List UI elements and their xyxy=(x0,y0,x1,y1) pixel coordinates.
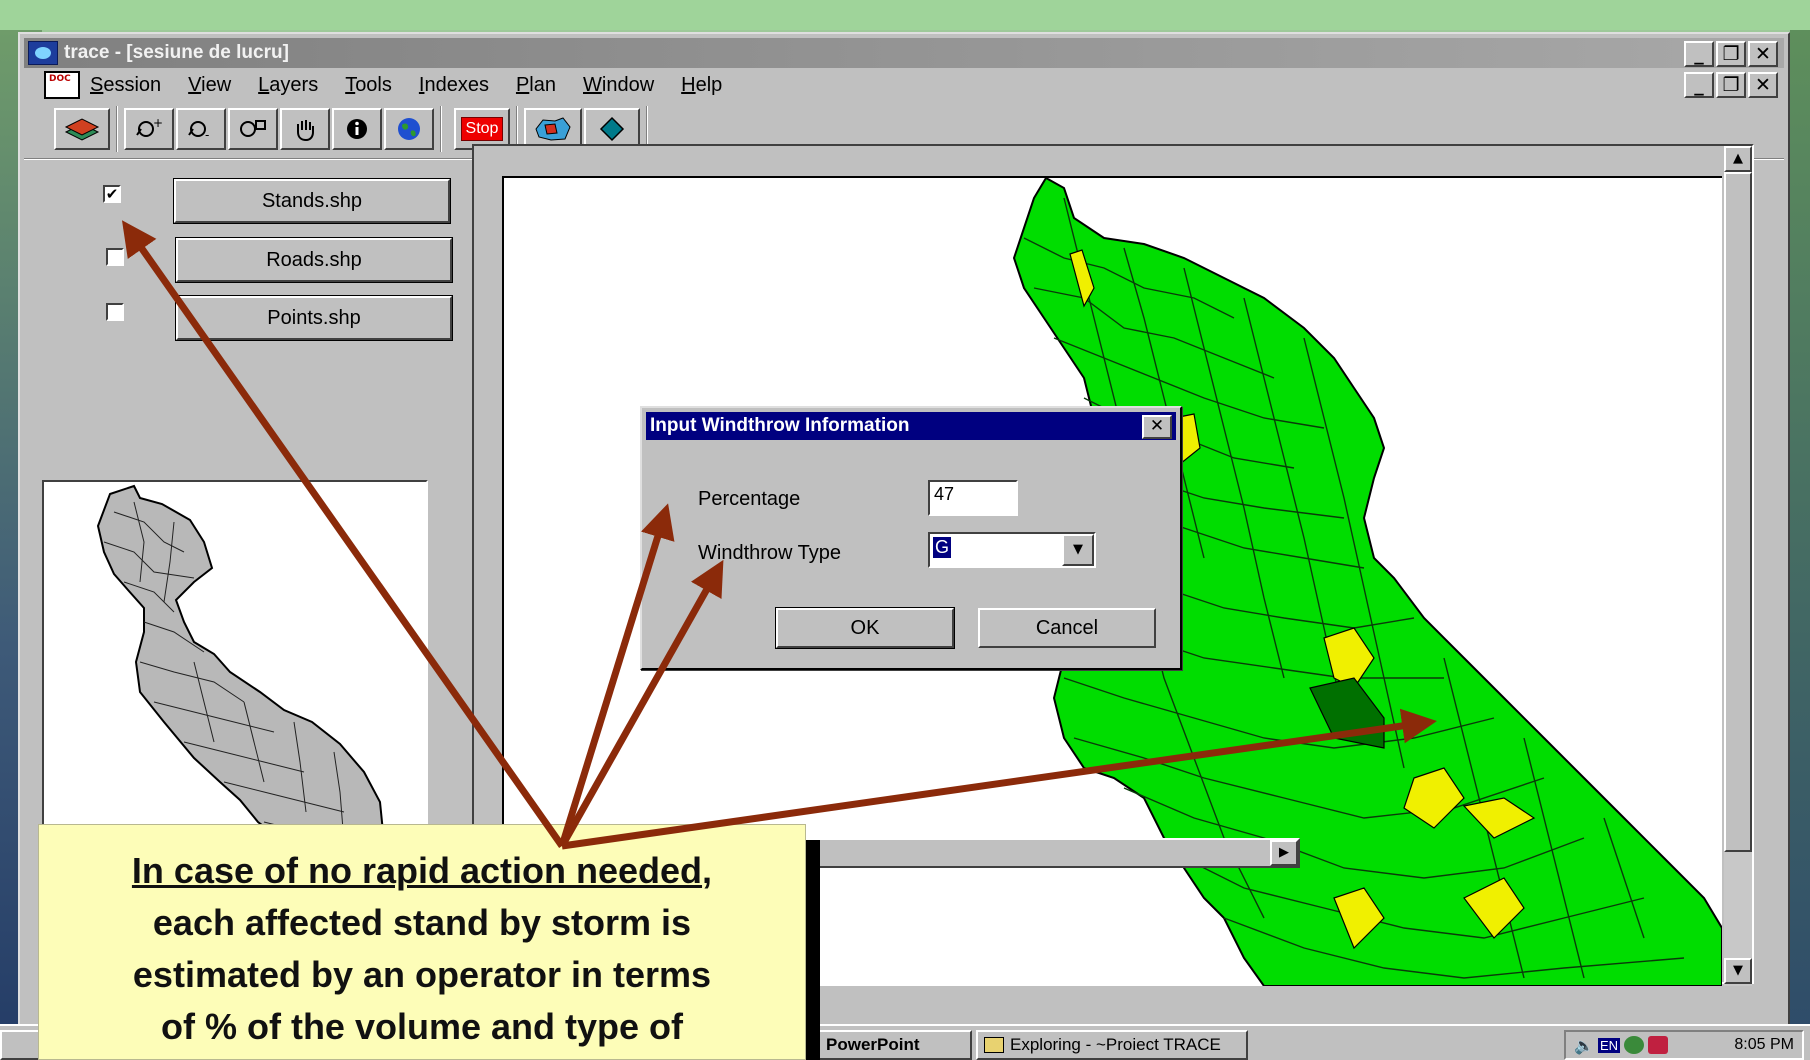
chevron-down-icon[interactable]: ▼ xyxy=(1062,534,1094,566)
menu-view[interactable]: View xyxy=(188,74,231,97)
layer-stands-checkbox[interactable]: ✔ xyxy=(103,185,121,203)
zoom-extent-icon[interactable] xyxy=(228,108,278,150)
close-icon[interactable]: ✕ xyxy=(1748,41,1778,67)
scroll-up-icon[interactable]: ▲ xyxy=(1724,146,1752,172)
annotation-callout: In case of no rapid action needed, each … xyxy=(38,824,806,1060)
callout-line: estimated by an operator in terms xyxy=(132,954,712,995)
scroll-down-icon[interactable]: ▼ xyxy=(1724,958,1752,984)
callout-heading: In case of no rapid action needed xyxy=(131,850,703,891)
desktop-background-right xyxy=(1790,30,1810,1060)
layer-roads-button[interactable]: Roads.shp xyxy=(175,237,453,283)
system-tray: 🔈 EN 8:05 PM xyxy=(1564,1030,1804,1060)
menu-window[interactable]: Window xyxy=(583,74,654,97)
document-window-controls: _ ❐ ✕ xyxy=(1684,72,1778,98)
menu-indexes[interactable]: Indexes xyxy=(419,74,489,97)
windthrow-type-label: Windthrow Type xyxy=(698,542,842,564)
restore-icon[interactable]: ❐ xyxy=(1716,41,1746,67)
zoom-out-icon[interactable]: - xyxy=(176,108,226,150)
svg-text:-: - xyxy=(205,128,209,141)
menu-bar: Session View Layers Tools Indexes Plan W… xyxy=(24,68,1784,102)
windthrow-type-select[interactable]: G ▼ xyxy=(928,532,1096,568)
ok-button[interactable]: OK xyxy=(775,607,955,649)
overview-watershed-shape xyxy=(96,484,386,859)
doc-restore-icon[interactable]: ❐ xyxy=(1716,72,1746,98)
scroll-right-icon[interactable]: ▶ xyxy=(1270,840,1298,866)
taskbar-explorer[interactable]: Exploring - ~Proiect TRACE xyxy=(976,1030,1248,1060)
window-titlebar[interactable]: trace - [sesiune de lucru] _ ❐ ✕ xyxy=(24,38,1784,68)
language-indicator[interactable]: EN xyxy=(1598,1037,1621,1053)
callout-line: of % of the volume and type of xyxy=(160,1006,684,1047)
zoom-in-icon[interactable]: + xyxy=(124,108,174,150)
folder-search-icon xyxy=(984,1037,1004,1053)
toolbar-separator xyxy=(440,106,442,152)
windthrow-dialog: Input Windthrow Information ✕ Percentage… xyxy=(640,406,1182,670)
map-vertical-scrollbar[interactable]: ▲ ▼ xyxy=(1724,146,1752,986)
window-controls: _ ❐ ✕ xyxy=(1684,41,1778,67)
start-button[interactable] xyxy=(0,1030,40,1060)
doc-minimize-icon[interactable]: _ xyxy=(1684,72,1714,98)
layer-roads-checkbox[interactable] xyxy=(106,248,124,266)
app-icon[interactable] xyxy=(28,41,58,65)
antivirus-icon[interactable] xyxy=(1648,1036,1669,1054)
taskbar-powerpoint[interactable]: PowerPoint xyxy=(818,1030,972,1060)
toolbar-separator xyxy=(116,106,118,152)
dialog-title: Input Windthrow Information xyxy=(650,415,910,436)
overview-map[interactable] xyxy=(42,480,428,860)
menu-tools[interactable]: Tools xyxy=(345,74,392,97)
info-icon[interactable] xyxy=(332,108,382,150)
menu-help[interactable]: Help xyxy=(681,74,722,97)
layers-stack-icon[interactable] xyxy=(54,108,110,150)
scroll-thumb[interactable] xyxy=(1724,172,1752,852)
windthrow-type-value: G xyxy=(933,537,952,558)
menu-plan[interactable]: Plan xyxy=(516,74,556,97)
callout-shadow xyxy=(806,840,820,1060)
window-title: trace - [sesiune de lucru] xyxy=(64,42,289,63)
callout-line: each affected stand by storm is xyxy=(152,902,692,943)
dialog-titlebar[interactable]: Input Windthrow Information ✕ xyxy=(646,412,1176,440)
speaker-icon[interactable]: 🔈 xyxy=(1574,1036,1594,1055)
globe-icon[interactable] xyxy=(384,108,434,150)
percentage-input[interactable]: 47 xyxy=(928,480,1018,516)
percentage-label: Percentage xyxy=(698,488,801,510)
map-horizontal-scrollbar[interactable]: ▶ xyxy=(800,838,1300,868)
cancel-button[interactable]: Cancel xyxy=(978,608,1156,648)
network-icon[interactable] xyxy=(1624,1036,1645,1054)
svg-text:+: + xyxy=(153,117,162,130)
menu-session[interactable]: Session xyxy=(90,74,161,97)
layer-points-checkbox[interactable] xyxy=(106,303,124,321)
minimize-icon[interactable]: _ xyxy=(1684,41,1714,67)
callout-line: damage xyxy=(39,1053,805,1059)
desktop-background-top xyxy=(0,0,1810,30)
pan-hand-icon[interactable] xyxy=(280,108,330,150)
layer-points-button[interactable]: Points.shp xyxy=(175,295,453,341)
document-icon[interactable] xyxy=(44,71,80,99)
menu-layers[interactable]: Layers xyxy=(258,74,318,97)
clock: 8:05 PM xyxy=(1734,1036,1794,1053)
dialog-close-icon[interactable]: ✕ xyxy=(1142,415,1172,439)
doc-close-icon[interactable]: ✕ xyxy=(1748,72,1778,98)
layer-stands-button[interactable]: Stands.shp xyxy=(173,178,451,224)
